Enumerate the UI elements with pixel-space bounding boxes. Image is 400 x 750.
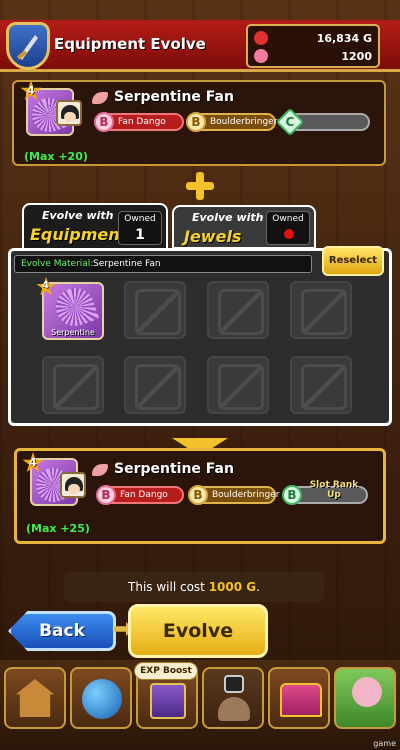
material-slot-filled[interactable]: Serpentine Fan [42,282,104,340]
cost-amount: 1000 G [208,580,257,594]
page-title: Equipment Evolve [54,35,206,53]
gold-amount: 16,834 G [316,32,372,45]
nav-friends-button-locked[interactable] [202,667,264,729]
people-icon [218,697,250,721]
gold-row: 16,834 G [254,30,374,47]
cost-label: This will cost 1000 G. [64,572,324,602]
rarity-number: 4 [42,280,49,291]
back-button[interactable]: Back [8,611,116,651]
gem-row: 1200 [254,48,374,65]
ability-name: Boulderbringer [210,117,278,127]
nav-character-button[interactable] [334,667,396,729]
reselect-button[interactable]: Reselect [322,246,384,276]
evolve-material-bar: Evolve Material: Serpentine Fan [14,255,312,273]
ability-name: Fan Dango [118,117,166,127]
nav-treasure-button[interactable] [268,667,330,729]
tab-line1: Evolve with [192,211,264,224]
tab-line2: Jewels [184,227,242,246]
character-portrait [56,100,82,126]
tab-line2: Equipment [30,225,128,244]
gem-icon [254,49,268,63]
treasure-chest-icon [280,683,322,717]
material-label: Evolve Material: [21,259,94,269]
gem-amount: 1200 [341,50,372,63]
tab-evolve-equipment[interactable]: Evolve with Equipment Owned 1 [22,203,168,251]
gold-bag-icon [254,31,268,45]
pig-character-icon [352,677,382,707]
rank-badge: B [96,485,116,505]
rarity-number: 4 [27,84,35,97]
max-level-label: (Max +20) [24,150,88,163]
equipment-name: Serpentine Fan [114,461,234,477]
ability-name: Slot Rank Up [309,480,359,500]
ability-name: Fan Dango [120,490,168,500]
book-icon [150,683,186,719]
rank-badge: B [188,485,208,505]
house-icon [16,679,54,717]
tab-line1: Evolve with [42,209,114,222]
tab-evolve-jewels[interactable]: Evolve with Jewels Owned [172,205,316,249]
empty-material-slot[interactable] [124,281,186,339]
max-level-label: (Max +25) [26,522,90,535]
material-value: Serpentine Fan [93,259,161,269]
evolve-button[interactable]: Evolve [128,604,268,658]
exp-boost-label: EXP Boost [134,662,198,680]
empty-material-slot[interactable] [124,356,186,414]
empty-material-slot[interactable] [290,281,352,339]
nav-world-button[interactable] [70,667,132,729]
character-portrait [60,472,86,498]
empty-material-slot[interactable] [290,356,352,414]
globe-icon [82,679,122,719]
rank-badge: B [282,485,302,505]
empty-material-slot[interactable] [42,356,104,414]
rank-badge: B [94,112,114,132]
slot-item-name: Serpentine Fan [51,328,95,338]
equipment-name: Serpentine Fan [114,89,234,105]
jewel-icon [284,229,294,239]
plus-icon [186,172,214,200]
ability-name: Boulderbringer [212,490,280,500]
nav-home-button[interactable] [4,667,66,729]
rarity-number: 4 [29,456,37,469]
empty-material-slot[interactable] [207,281,269,339]
owned-counter: Owned [266,211,310,245]
shield-sword-icon [6,22,50,70]
owned-counter: Owned 1 [118,211,162,245]
lock-icon [224,675,244,693]
watermark: game [373,739,396,748]
rank-badge: B [186,112,206,132]
empty-material-slot[interactable] [207,356,269,414]
currency-panel: 16,834 G 1200 [246,24,380,68]
